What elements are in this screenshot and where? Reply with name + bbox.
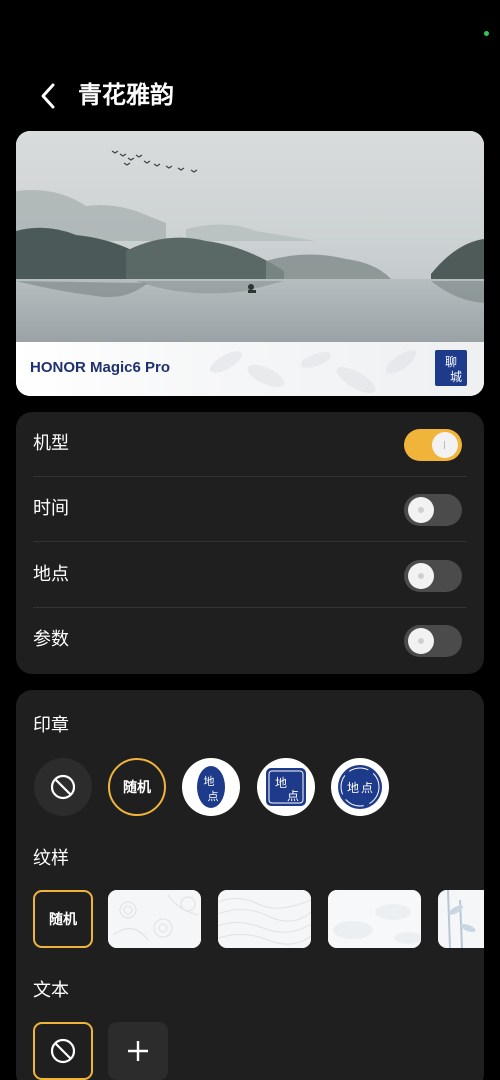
device-model-caption: HONOR Magic6 Pro — [30, 359, 171, 376]
seal-option-round[interactable]: 地 点 — [331, 758, 389, 816]
toggle-row-params: 参数 — [16, 608, 484, 673]
oval-seal-icon: 地 点 — [197, 766, 225, 808]
svg-text:聊: 聊 — [445, 355, 457, 369]
switch-knob — [408, 497, 434, 523]
wave-line-pattern-icon — [218, 890, 311, 948]
bamboo-pattern-icon — [438, 890, 484, 948]
ban-icon — [50, 774, 76, 800]
svg-text:地: 地 — [347, 781, 359, 795]
svg-text:地: 地 — [275, 776, 287, 790]
svg-text:点: 点 — [287, 789, 299, 803]
pattern-option-waves[interactable] — [218, 890, 311, 948]
divider — [33, 541, 467, 542]
watermark-preview: HONOR Magic6 Pro 聊 城 — [16, 131, 484, 396]
pattern-option-floral[interactable] — [108, 890, 201, 948]
page-title: 青花雅韵 — [78, 81, 174, 109]
seal-random-label: 随机 — [123, 780, 151, 796]
leaf-texture — [210, 350, 417, 393]
location-switch[interactable] — [404, 560, 462, 592]
text-section-title: 文本 — [33, 980, 69, 1001]
seal-option-random[interactable]: 随机 — [108, 758, 166, 816]
ban-icon — [50, 1038, 76, 1064]
add-text-button[interactable] — [108, 1022, 168, 1080]
svg-text:点: 点 — [361, 781, 373, 795]
floral-pattern-icon — [108, 890, 201, 948]
round-seal-icon: 地 点 — [338, 765, 382, 809]
model-switch[interactable] — [404, 429, 462, 461]
pattern-section-title: 纹样 — [33, 848, 69, 869]
switch-knob — [432, 432, 458, 458]
pattern-random-label: 随机 — [49, 912, 77, 928]
toggle-row-model: 机型 — [16, 412, 484, 477]
city-seal-stamp: 聊 城 — [435, 350, 467, 386]
seal-option-none[interactable] — [34, 758, 92, 816]
toggle-label-model: 机型 — [33, 433, 69, 454]
watermark-caption-bar: HONOR Magic6 Pro 聊 城 — [16, 342, 484, 396]
seal-option-oval[interactable]: 地 点 — [182, 758, 240, 816]
status-indicator-dot — [484, 31, 489, 36]
plus-icon — [128, 1041, 148, 1061]
svg-text:地: 地 — [204, 775, 215, 788]
toggle-row-location: 地点 — [16, 543, 484, 608]
top-bar: 青花雅韵 — [0, 72, 500, 118]
square-seal-icon: 地 点 — [266, 768, 306, 806]
landscape-photo — [16, 131, 484, 342]
svg-text:点: 点 — [208, 790, 219, 803]
toggle-label-params: 参数 — [33, 629, 69, 650]
toggle-label-time: 时间 — [33, 498, 69, 519]
toggle-row-time: 时间 — [16, 477, 484, 542]
pattern-option-cloud[interactable] — [328, 890, 421, 948]
seal-section-title: 印章 — [33, 715, 69, 736]
back-button[interactable] — [30, 78, 66, 114]
pattern-option-random[interactable]: 随机 — [33, 890, 93, 948]
info-toggles-card: 机型 时间 地点 参数 — [16, 412, 484, 674]
switch-knob — [408, 628, 434, 654]
chevron-left-icon — [41, 83, 55, 109]
seal-option-square[interactable]: 地 点 — [257, 758, 315, 816]
toggle-label-location: 地点 — [33, 564, 69, 585]
cloud-pattern-icon — [328, 890, 421, 948]
pattern-option-bamboo[interactable] — [438, 890, 484, 948]
svg-text:城: 城 — [450, 370, 462, 384]
time-switch[interactable] — [404, 494, 462, 526]
text-option-none[interactable] — [33, 1022, 93, 1080]
switch-knob — [408, 563, 434, 589]
params-switch[interactable] — [404, 625, 462, 657]
